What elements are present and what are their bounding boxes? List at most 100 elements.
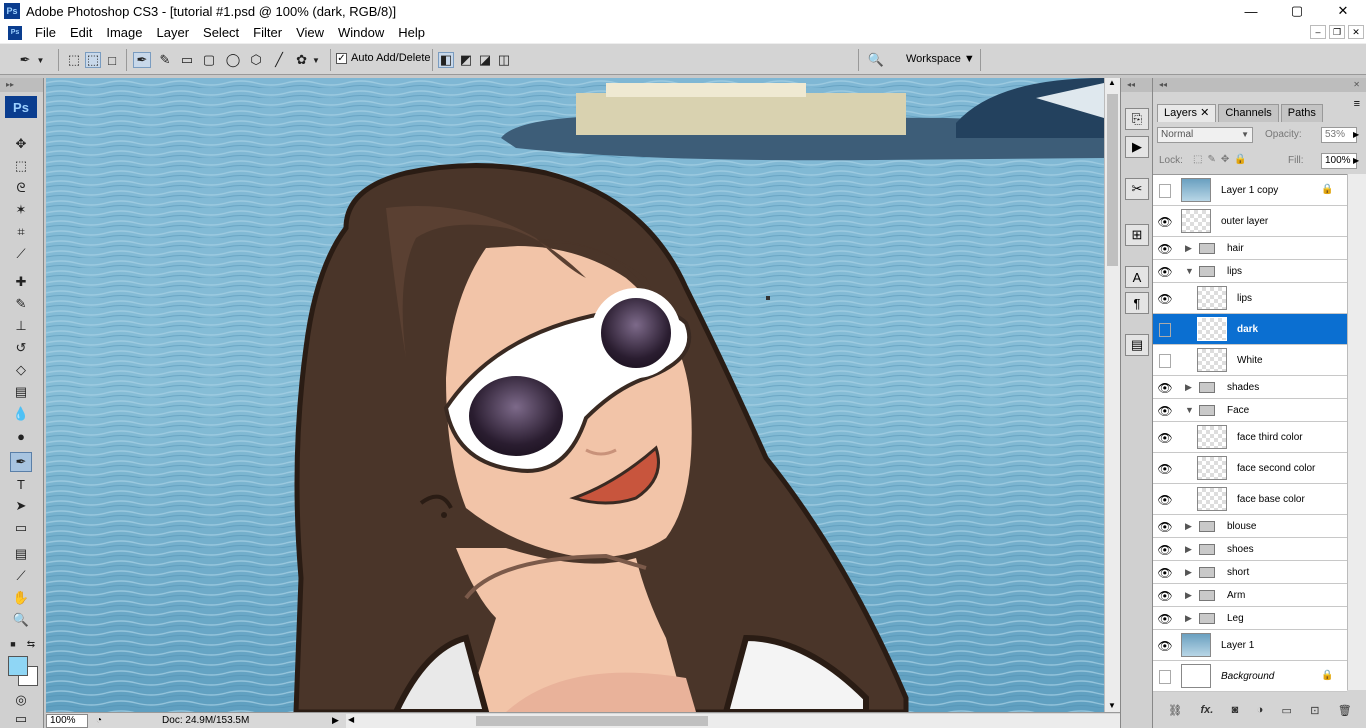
exclude-path-icon[interactable]: ◫ <box>496 52 512 68</box>
layers-scrollbar[interactable] <box>1347 174 1366 690</box>
photoshop-logo[interactable]: Ps <box>5 96 37 118</box>
layer-row[interactable]: 👁 outer layer <box>1153 206 1347 237</box>
scroll-thumb[interactable] <box>476 716 708 726</box>
opacity-slider-icon[interactable]: ▶ <box>1353 130 1359 139</box>
paragraph-panel-icon[interactable]: ¶ <box>1125 292 1149 314</box>
opacity-field[interactable]: 53% <box>1321 127 1357 143</box>
visibility-eye-icon[interactable]: 👁 <box>1155 428 1175 448</box>
layer-row[interactable]: 👁 face second color <box>1153 453 1347 484</box>
visibility-eye-icon[interactable]: 👁 <box>1155 239 1175 259</box>
healing-brush-tool-icon[interactable]: ✚ <box>10 272 32 292</box>
fill-pixels-icon[interactable]: □ <box>104 52 120 68</box>
maximize-button[interactable]: ▢ <box>1274 0 1320 22</box>
doc-restore-button[interactable]: ❐ <box>1329 25 1345 39</box>
layer-row[interactable]: 👁 Layer 1 <box>1153 630 1347 661</box>
tab-close-icon[interactable]: ✕ <box>1200 107 1209 119</box>
shape-layers-icon[interactable]: ⬚ <box>66 52 82 68</box>
rounded-rectangle-icon[interactable]: ▢ <box>200 52 218 68</box>
doc-close-button[interactable]: ✕ <box>1348 25 1364 39</box>
tab-layers[interactable]: Layers ✕ <box>1157 104 1217 122</box>
layer-group-row[interactable]: 👁 ▶ Arm <box>1153 584 1347 607</box>
menu-window[interactable]: Window <box>331 25 391 40</box>
panel-grip[interactable]: ▸▸ <box>0 78 43 92</box>
tab-paths[interactable]: Paths <box>1280 104 1323 122</box>
move-tool-icon[interactable]: ✥ <box>10 134 32 154</box>
history-brush-tool-icon[interactable]: ↺ <box>10 338 32 358</box>
new-layer-icon[interactable]: ⊡ <box>1310 704 1319 717</box>
menu-select[interactable]: Select <box>196 25 246 40</box>
tool-presets-panel-icon[interactable]: ✂ <box>1125 178 1149 200</box>
eyedropper-tool-icon[interactable]: ⟋ <box>10 566 32 586</box>
workspace-menu[interactable]: Workspace ▼ <box>906 53 975 65</box>
layer-group-row[interactable]: 👁 ▶ blouse <box>1153 515 1347 538</box>
vertical-scrollbar[interactable]: ▲ ▼ <box>1104 78 1120 712</box>
expand-arrow-right-icon[interactable]: ▶ <box>1185 567 1192 578</box>
intersect-path-icon[interactable]: ◪ <box>477 52 493 68</box>
type-tool-icon[interactable]: T <box>10 474 32 494</box>
visibility-eye-icon[interactable]: 👁 <box>1155 262 1175 282</box>
scroll-down-icon[interactable]: ▼ <box>1108 701 1116 710</box>
panel-menu-icon[interactable]: ≡ <box>1354 98 1360 110</box>
visibility-toggle-empty[interactable] <box>1155 351 1175 371</box>
visibility-eye-icon[interactable]: 👁 <box>1155 401 1175 421</box>
panel-grip[interactable]: ◂◂ ✕ <box>1153 78 1366 92</box>
menu-view[interactable]: View <box>289 25 331 40</box>
visibility-toggle-empty[interactable] <box>1155 667 1175 687</box>
zoom-tool-icon[interactable]: 🔍 <box>10 610 32 630</box>
zoom-field[interactable]: 100% <box>46 713 88 728</box>
panel-close-icon[interactable]: ✕ <box>1353 78 1360 92</box>
layer-group-row[interactable]: 👁 ▶ short <box>1153 561 1347 584</box>
ellipse-icon[interactable]: ◯ <box>224 52 242 68</box>
clone-stamp-tool-icon[interactable]: ⊥ <box>10 316 32 336</box>
add-to-path-icon[interactable]: ◧ <box>438 52 454 68</box>
menu-help[interactable]: Help <box>391 25 432 40</box>
rectangle-icon[interactable]: ▭ <box>178 52 196 68</box>
visibility-eye-icon[interactable]: 👁 <box>1155 636 1175 656</box>
menu-filter[interactable]: Filter <box>246 25 289 40</box>
tab-channels[interactable]: Channels <box>1218 104 1279 122</box>
blur-tool-icon[interactable]: 💧 <box>10 404 32 424</box>
visibility-eye-icon[interactable]: 👁 <box>1155 517 1175 537</box>
layer-row[interactable]: dark <box>1153 314 1347 345</box>
delete-layer-icon[interactable]: 🗑 <box>1338 704 1352 717</box>
visibility-eye-icon[interactable]: 👁 <box>1155 540 1175 560</box>
layer-row[interactable]: 👁 face third color <box>1153 422 1347 453</box>
path-selection-tool-icon[interactable]: ➤ <box>10 496 32 516</box>
close-button[interactable]: ✕ <box>1320 0 1366 22</box>
expand-arrow-right-icon[interactable]: ▶ <box>1185 544 1192 555</box>
scroll-up-icon[interactable]: ▲ <box>1108 78 1116 87</box>
layer-comps-panel-icon[interactable]: ⊞ <box>1125 224 1149 246</box>
document-icon[interactable]: Ps <box>8 25 22 40</box>
visibility-toggle-empty[interactable] <box>1155 320 1175 340</box>
expand-arrow-right-icon[interactable]: ▶ <box>1185 590 1192 601</box>
pen-tool-icon[interactable]: ✒ <box>10 452 32 472</box>
layer-row[interactable]: 👁 face base color <box>1153 484 1347 515</box>
document-canvas[interactable] <box>46 78 1104 712</box>
menu-image[interactable]: Image <box>99 25 149 40</box>
expand-arrow-right-icon[interactable]: ▶ <box>1185 243 1192 254</box>
doc-minimize-button[interactable]: – <box>1310 25 1326 39</box>
screen-mode-icon[interactable]: ▭ <box>10 711 32 726</box>
actions-panel-icon[interactable]: ▶ <box>1125 136 1149 158</box>
layer-group-row[interactable]: 👁 ▶ hair <box>1153 237 1347 260</box>
slice-tool-icon[interactable]: ⟋ <box>10 244 32 264</box>
new-group-icon[interactable]: ▭ <box>1282 704 1292 717</box>
minimize-button[interactable]: — <box>1228 0 1274 22</box>
expand-arrow-down-icon[interactable]: ▼ <box>1185 405 1194 415</box>
info-panel-icon[interactable]: ▤ <box>1125 334 1149 356</box>
shape-tool-icon[interactable]: ▭ <box>10 518 32 538</box>
crop-tool-icon[interactable]: ⌗ <box>10 222 32 242</box>
layer-row[interactable]: Background 🔒 <box>1153 661 1347 692</box>
visibility-toggle-empty[interactable] <box>1155 181 1175 201</box>
visibility-eye-icon[interactable]: 👁 <box>1155 459 1175 479</box>
swap-colors-icon[interactable]: ⇆ <box>24 634 38 654</box>
fill-slider-icon[interactable]: ▶ <box>1353 156 1359 165</box>
visibility-eye-icon[interactable]: 👁 <box>1155 586 1175 606</box>
adjustment-layer-icon[interactable]: ◑ <box>1257 704 1264 716</box>
character-panel-icon[interactable]: A <box>1125 266 1149 288</box>
lock-options-icons[interactable]: ⬚✎✥🔒 <box>1193 154 1252 165</box>
layer-group-row[interactable]: 👁 ▶ Leg <box>1153 607 1347 630</box>
gradient-tool-icon[interactable]: ▤ <box>10 382 32 402</box>
layer-row[interactable]: Layer 1 copy 🔒 <box>1153 175 1347 206</box>
scroll-left-icon[interactable]: ◀ <box>348 715 354 724</box>
